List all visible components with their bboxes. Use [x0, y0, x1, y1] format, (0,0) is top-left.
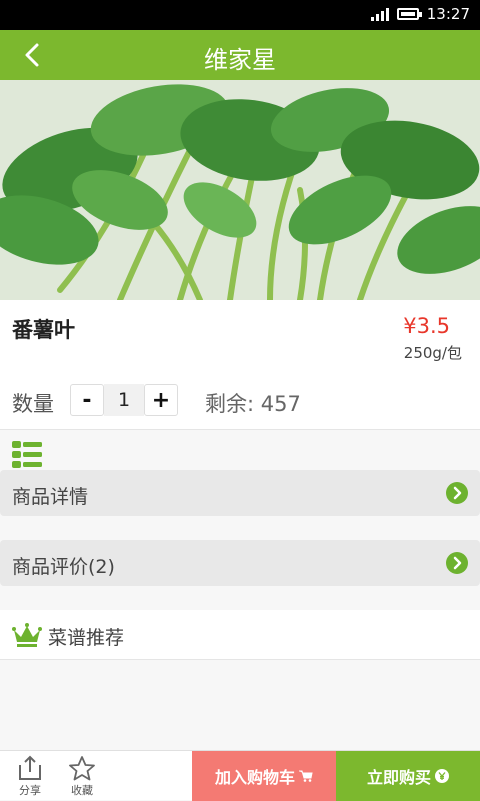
- divider: [0, 429, 480, 430]
- buy-now-label: 立即购买: [366, 768, 431, 787]
- product-info: 番薯叶 ¥3.5 250g/包 数量 - 1 + 剩余: 457: [0, 300, 480, 430]
- chevron-right-icon: [446, 552, 468, 574]
- product-image: [0, 80, 480, 300]
- share-label: 分享: [19, 784, 41, 797]
- product-reviews-label: 商品评价(2): [12, 556, 115, 578]
- quantity-plus-button[interactable]: +: [144, 384, 178, 416]
- favorite-button[interactable]: 收藏: [62, 755, 102, 799]
- page-title: 维家星: [204, 46, 276, 74]
- product-unit: 250g/包: [403, 344, 462, 362]
- share-icon: [19, 755, 41, 780]
- chevron-right-icon: [446, 482, 468, 504]
- quantity-input[interactable]: 1: [104, 384, 144, 416]
- recipe-label: 菜谱推荐: [48, 627, 125, 649]
- share-button[interactable]: 分享: [10, 755, 50, 799]
- quantity-minus-button[interactable]: -: [70, 384, 104, 416]
- bottom-action-bar: 分享 收藏 加入购物车 立即购买: [0, 750, 480, 801]
- battery-icon: [396, 8, 422, 20]
- product-reviews-row[interactable]: 商品评价(2): [0, 540, 480, 586]
- top-nav-bar: 维家星: [0, 30, 480, 80]
- buy-now-button[interactable]: 立即购买: [336, 751, 480, 801]
- status-bar: 13:27: [0, 0, 480, 30]
- product-details-label: 商品详情: [12, 486, 89, 508]
- yen-circle-icon: [435, 769, 449, 783]
- add-to-cart-label: 加入购物车: [214, 768, 295, 787]
- status-right: 13:27: [370, 5, 470, 23]
- status-time: 13:27: [426, 5, 470, 23]
- favorite-label: 收藏: [71, 784, 93, 797]
- recipe-recommendation-row[interactable]: 菜谱推荐: [0, 610, 480, 660]
- crown-icon: [12, 623, 42, 647]
- quantity-label: 数量: [12, 392, 54, 416]
- cart-icon: [299, 770, 313, 782]
- add-to-cart-button[interactable]: 加入购物车: [192, 751, 336, 801]
- list-icon: [12, 441, 42, 468]
- product-details-row[interactable]: 商品详情: [0, 470, 480, 516]
- product-name: 番薯叶: [12, 318, 75, 342]
- stock-remaining: 剩余: 457: [205, 392, 301, 416]
- star-icon: [69, 756, 95, 781]
- product-price: ¥3.5: [403, 314, 450, 338]
- signal-icon: [370, 7, 389, 21]
